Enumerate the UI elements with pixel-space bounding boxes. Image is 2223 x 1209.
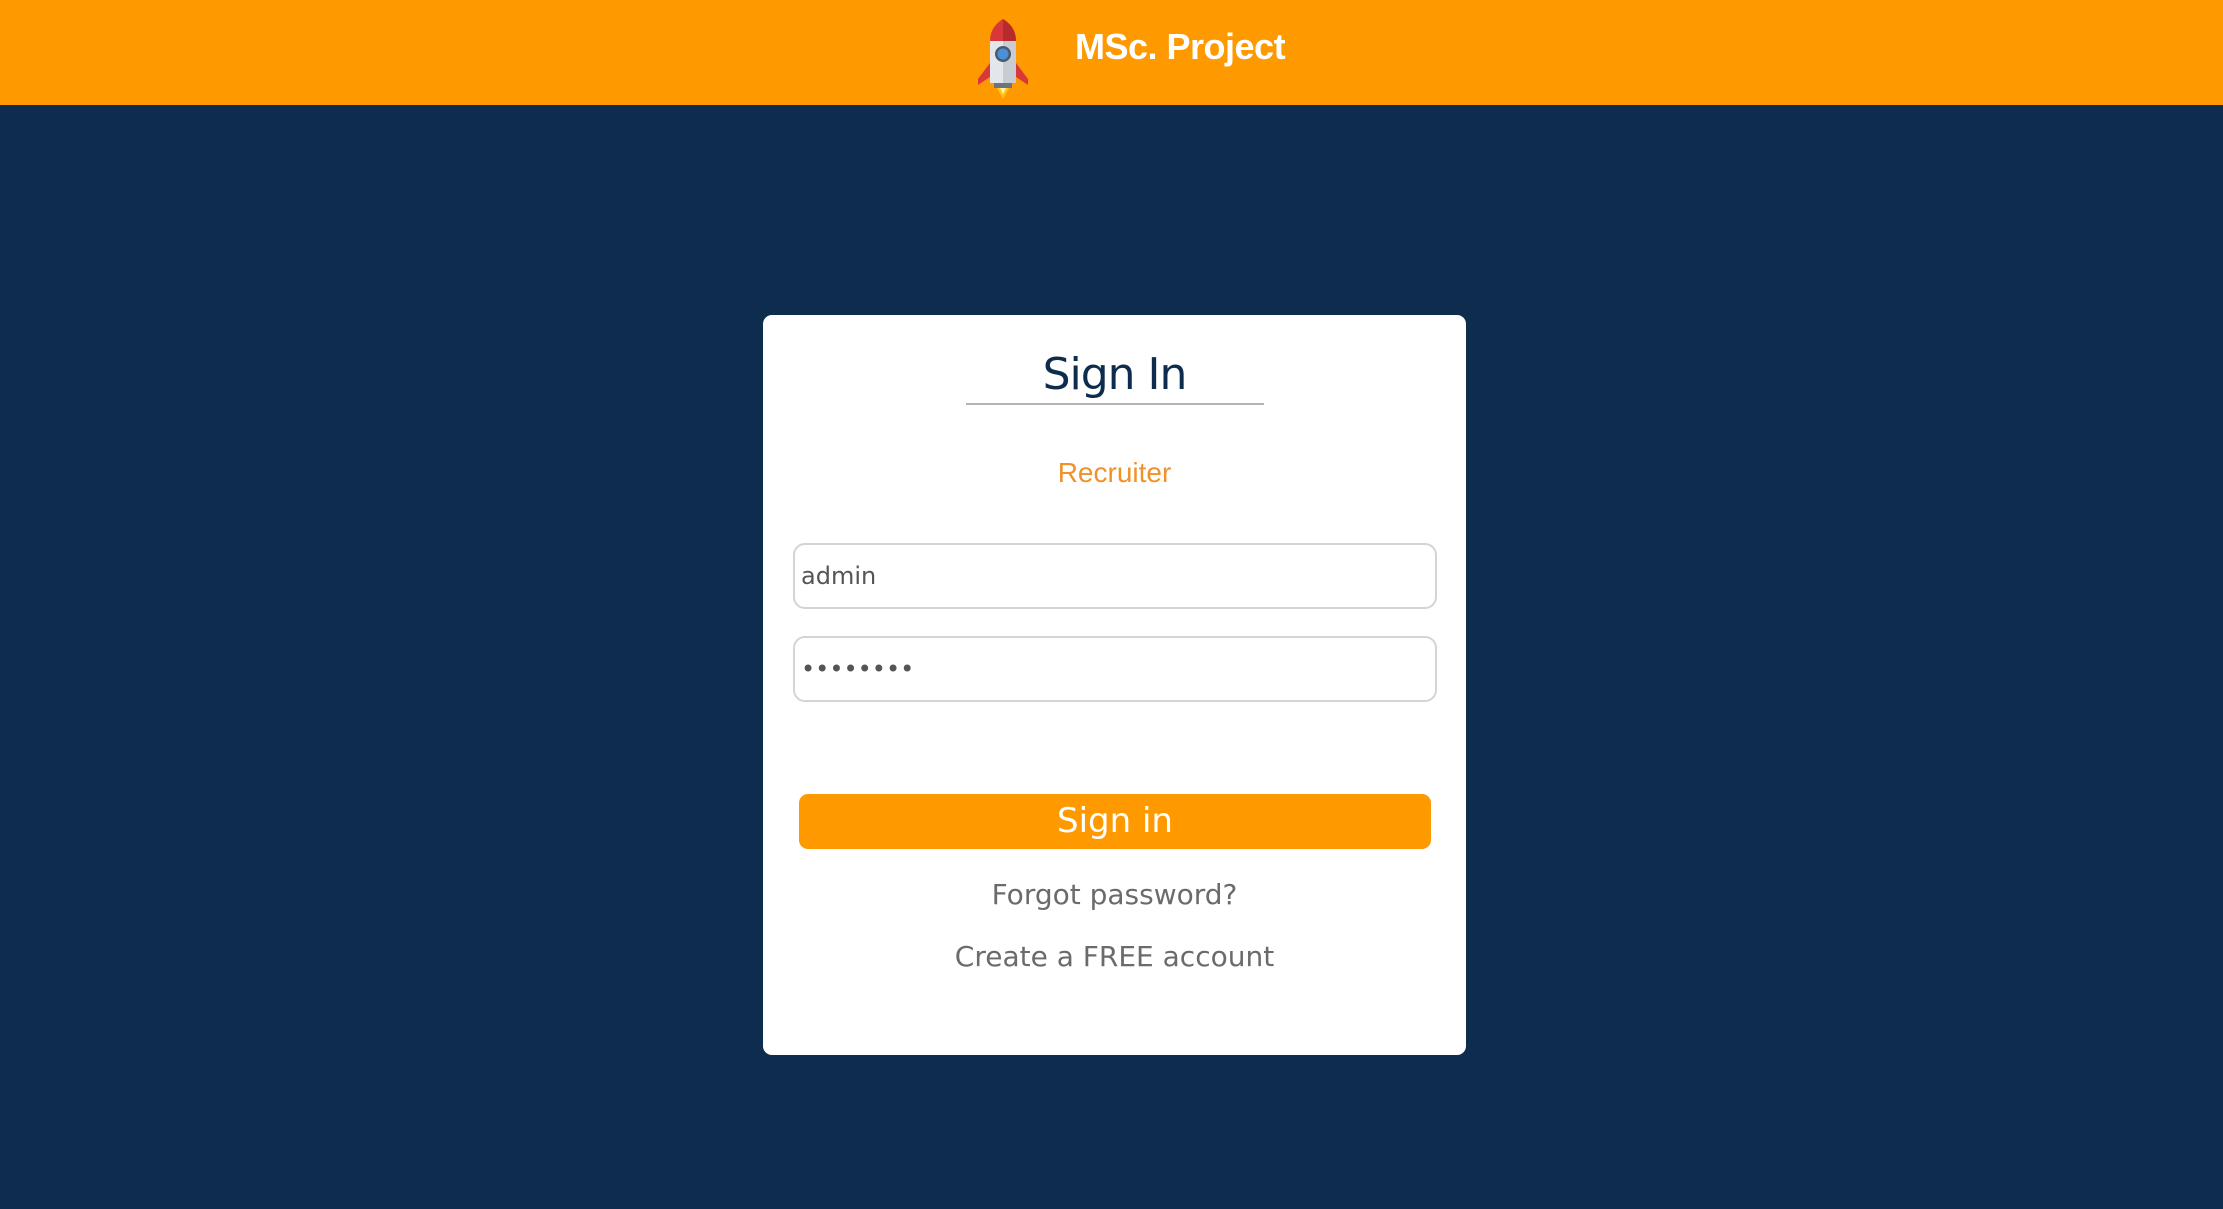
- sign-in-heading: Sign In: [1042, 349, 1188, 400]
- top-header-bar: MSc. Project: [0, 0, 2223, 105]
- heading-underline: [966, 403, 1264, 405]
- role-label: Recruiter: [1057, 457, 1172, 488]
- sign-in-card: Sign In Recruiter Sign in Forgot passwor…: [763, 315, 1466, 1055]
- username-input[interactable]: [793, 543, 1437, 609]
- brand-title[interactable]: MSc. Project: [1075, 22, 1286, 72]
- sign-in-button[interactable]: Sign in: [799, 794, 1431, 849]
- rocket-icon[interactable]: [976, 19, 1030, 99]
- forgot-password-link[interactable]: Forgot password?: [763, 875, 1466, 915]
- password-input[interactable]: [793, 636, 1437, 702]
- create-account-link[interactable]: Create a FREE account: [763, 937, 1466, 977]
